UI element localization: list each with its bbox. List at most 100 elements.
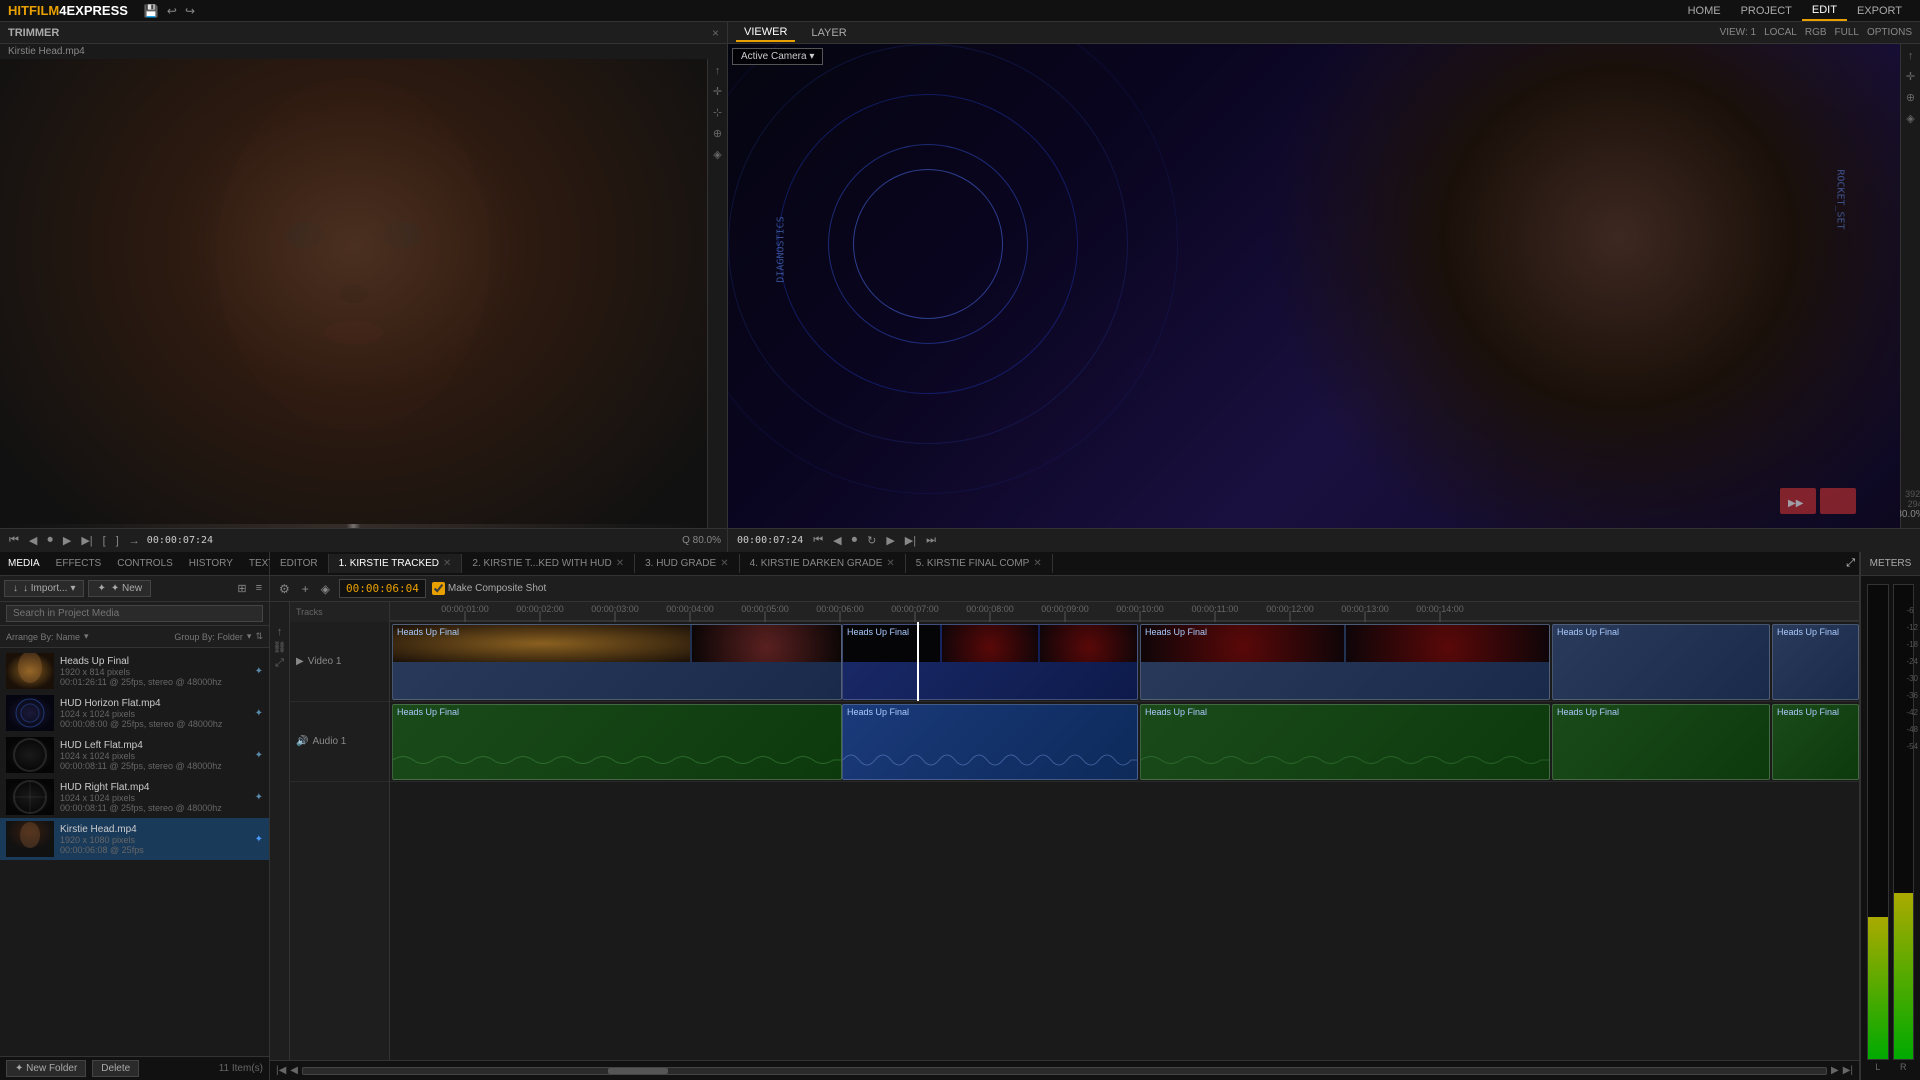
- viewer-tool-extra[interactable]: ◈: [1904, 110, 1916, 127]
- viewer-step-fwd[interactable]: ▶|: [902, 533, 919, 548]
- video-clip-selected[interactable]: Heads Up Final: [842, 624, 1138, 700]
- trimmer-mark-in[interactable]: [: [100, 534, 109, 548]
- nav-project[interactable]: PROJECT: [1731, 2, 1802, 20]
- timeline-add-track-icon[interactable]: +: [299, 581, 312, 597]
- nav-home[interactable]: HOME: [1678, 2, 1731, 20]
- trimmer-mark-out[interactable]: ]: [113, 534, 122, 548]
- editor-expand[interactable]: ⤢: [1842, 553, 1859, 574]
- playhead[interactable]: [917, 622, 919, 701]
- trimmer-rewind[interactable]: ⏮: [6, 533, 22, 548]
- media-item[interactable]: HUD Right Flat.mp4 1024 x 1024 pixels 00…: [0, 776, 269, 818]
- trimmer-tool-arrow[interactable]: ↑: [713, 63, 723, 79]
- trimmer-step-fwd[interactable]: ▶|: [78, 533, 95, 548]
- viewer-fwd[interactable]: ⏭: [923, 533, 939, 548]
- media-item[interactable]: HUD Horizon Flat.mp4 1024 x 1024 pixels …: [0, 692, 269, 734]
- media-star[interactable]: ✦: [255, 834, 263, 845]
- trimmer-tool-crop[interactable]: ⊹: [711, 104, 724, 121]
- composite-shot-checkbox[interactable]: Make Composite Shot: [432, 582, 546, 595]
- editor-tab-4[interactable]: 5. KIRSTIE FINAL COMP ✕: [906, 554, 1053, 573]
- arrange-chevron[interactable]: ▾: [84, 631, 89, 642]
- viewer-tool-arrow[interactable]: ↑: [1906, 48, 1916, 64]
- viewer-opt-options[interactable]: OPTIONS: [1867, 27, 1912, 38]
- tab-close-3[interactable]: ✕: [886, 558, 894, 569]
- new-folder-button[interactable]: ✦ New Folder: [6, 1060, 86, 1077]
- media-star[interactable]: ✦: [255, 792, 263, 803]
- trimmer-play[interactable]: ▶: [60, 533, 74, 548]
- media-item[interactable]: Heads Up Final 1920 x 814 pixels 00:01:2…: [0, 650, 269, 692]
- view-list-icon[interactable]: ≡: [253, 581, 265, 596]
- scroll-start-icon[interactable]: |◀: [276, 1065, 286, 1076]
- viewer-loop[interactable]: ↻: [864, 533, 879, 548]
- viewer-opt-view[interactable]: VIEW: 1: [1720, 27, 1757, 38]
- scroll-left-icon[interactable]: ◀: [290, 1065, 298, 1076]
- trimmer-tool-zoom[interactable]: ⊕: [711, 125, 724, 142]
- tab-controls[interactable]: CONTROLS: [109, 554, 181, 573]
- undo-icon[interactable]: ↩: [167, 4, 177, 18]
- scroll-right-icon[interactable]: ▶: [1831, 1065, 1839, 1076]
- trimmer-close-button[interactable]: ×: [712, 26, 719, 40]
- viewer-opt-local[interactable]: LOCAL: [1764, 27, 1797, 38]
- video-clip[interactable]: Heads Up Final: [1772, 624, 1859, 700]
- editor-tab-0[interactable]: 1. KIRSTIE TRACKED ✕: [329, 554, 463, 573]
- timeline-settings-icon[interactable]: ⚙: [276, 581, 293, 597]
- delete-button[interactable]: Delete: [92, 1060, 139, 1077]
- tl-tool-arrow[interactable]: ↑: [277, 626, 283, 638]
- video-clip[interactable]: Heads Up Final: [1552, 624, 1770, 700]
- tl-tool-link[interactable]: ⛓: [273, 641, 287, 654]
- timeline-ruler[interactable]: 00:00:01:00 00:00:02:00 00:00:03:00 00:0…: [390, 602, 1859, 622]
- tracks-area[interactable]: Heads Up Final Heads Up Final: [390, 622, 1859, 1060]
- timeline-timecode[interactable]: 00:00:06:04: [339, 579, 426, 598]
- timeline-scrollbar[interactable]: [302, 1067, 1827, 1075]
- group-chevron[interactable]: ▾: [247, 631, 252, 642]
- view-grid-icon[interactable]: ⊞: [234, 581, 249, 596]
- editor-tab-3[interactable]: 4. KIRSTIE DARKEN GRADE ✕: [740, 554, 906, 573]
- audio-clip[interactable]: Heads Up Final: [1552, 704, 1770, 780]
- tab-close-1[interactable]: ✕: [616, 558, 624, 569]
- tab-viewer[interactable]: VIEWER: [736, 24, 795, 42]
- timeline-snap-icon[interactable]: ◈: [318, 581, 333, 597]
- tab-history[interactable]: HISTORY: [181, 554, 241, 573]
- search-input[interactable]: [6, 605, 263, 622]
- tab-close-4[interactable]: ✕: [1033, 558, 1041, 569]
- tl-tool-expand[interactable]: ⤢: [275, 657, 284, 670]
- audio-clip[interactable]: Heads Up Final: [392, 704, 842, 780]
- media-item[interactable]: HUD Left Flat.mp4 1024 x 1024 pixels 00:…: [0, 734, 269, 776]
- viewer-rewind[interactable]: ⏮: [810, 533, 826, 548]
- editor-tab-2[interactable]: 3. HUD GRADE ✕: [635, 554, 740, 573]
- trimmer-tool-move[interactable]: ✛: [711, 83, 724, 100]
- tab-media[interactable]: MEDIA: [0, 554, 48, 573]
- viewer-step-back[interactable]: ◀: [830, 533, 844, 548]
- viewer-tool-move[interactable]: ✛: [1904, 68, 1917, 85]
- media-star[interactable]: ✦: [255, 750, 263, 761]
- viewer-opt-rgb[interactable]: RGB: [1805, 27, 1827, 38]
- trimmer-to-timeline[interactable]: →: [126, 534, 143, 548]
- viewer-tool-zoom[interactable]: ⊕: [1904, 89, 1917, 106]
- tab-layer[interactable]: LAYER: [803, 25, 854, 41]
- nav-edit[interactable]: EDIT: [1802, 1, 1847, 21]
- scroll-end-icon[interactable]: ▶|: [1843, 1065, 1853, 1076]
- media-star[interactable]: ✦: [255, 708, 263, 719]
- media-star[interactable]: ✦: [255, 666, 263, 677]
- video-clip[interactable]: Heads Up Final: [392, 624, 842, 700]
- viewer-record[interactable]: ⏺: [849, 533, 861, 548]
- save-icon[interactable]: 💾: [144, 4, 159, 18]
- editor-tab-1[interactable]: 2. KIRSTIE T...KED WITH HUD ✕: [462, 554, 635, 573]
- audio-clip[interactable]: Heads Up Final: [1772, 704, 1859, 780]
- redo-icon[interactable]: ↪: [185, 4, 195, 18]
- trimmer-tool-extra[interactable]: ◈: [711, 146, 723, 163]
- tab-effects[interactable]: EFFECTS: [48, 554, 110, 573]
- viewer-play[interactable]: ▶: [883, 533, 897, 548]
- tab-close-0[interactable]: ✕: [443, 558, 451, 569]
- trimmer-record[interactable]: ⏺: [44, 533, 56, 548]
- video-clip[interactable]: Heads Up Final: [1140, 624, 1550, 700]
- media-item-selected[interactable]: Kirstie Head.mp4 1920 x 1080 pixels 00:0…: [0, 818, 269, 860]
- audio-clip[interactable]: Heads Up Final: [1140, 704, 1550, 780]
- tab-close-2[interactable]: ✕: [720, 558, 728, 569]
- sort-icon[interactable]: ⇅: [255, 631, 263, 642]
- import-button[interactable]: ↓ ↓ Import... ▾: [4, 580, 84, 597]
- camera-dropdown[interactable]: Active Camera ▾: [732, 48, 823, 65]
- audio-clip-selected[interactable]: Heads Up Final: [842, 704, 1138, 780]
- new-button[interactable]: ✦ ✦ New: [88, 580, 151, 597]
- viewer-opt-full[interactable]: FULL: [1835, 27, 1859, 38]
- nav-export[interactable]: EXPORT: [1847, 2, 1912, 20]
